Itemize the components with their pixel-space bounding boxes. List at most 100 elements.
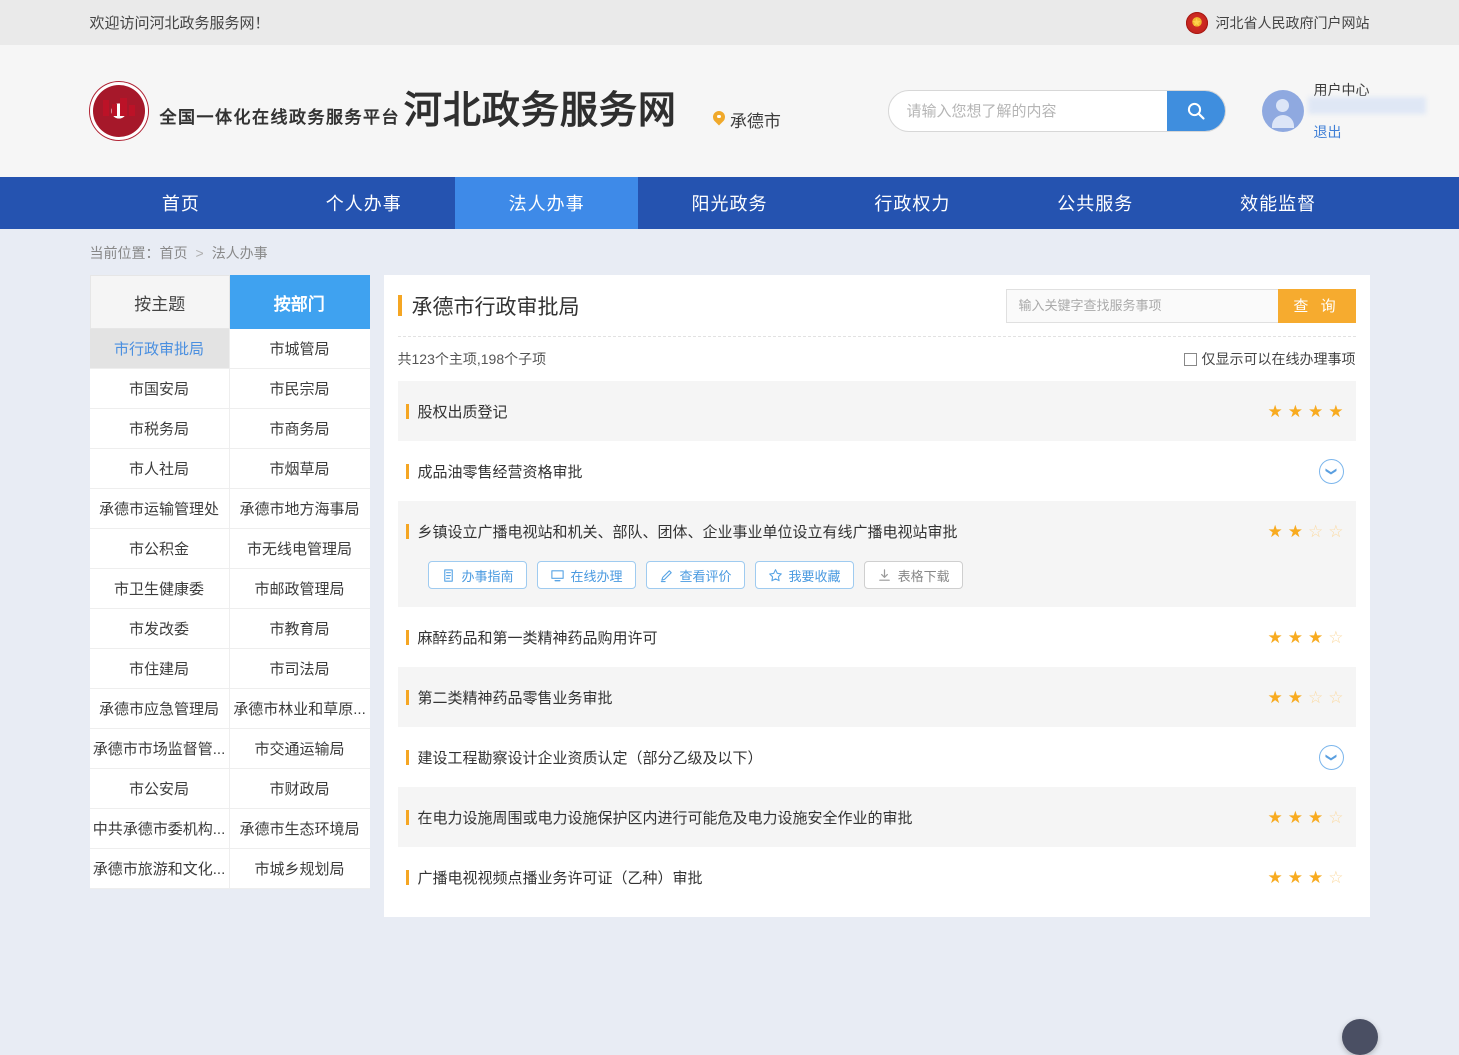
search-input[interactable]: [889, 91, 1167, 131]
action-button-1[interactable]: 在线办理: [537, 561, 636, 589]
department-item-2[interactable]: 市国安局: [90, 369, 230, 409]
department-item-24[interactable]: 中共承德市委机构...: [90, 809, 230, 849]
star-filled-icon: ★: [1308, 629, 1323, 646]
department-item-27[interactable]: 市城乡规划局: [230, 849, 370, 889]
service-name: 股权出质登记: [418, 401, 508, 422]
user-avatar-icon[interactable]: [1262, 90, 1304, 132]
department-item-5[interactable]: 市商务局: [230, 409, 370, 449]
breadcrumb-separator: >: [196, 245, 204, 261]
star-empty-icon: ☆: [1308, 689, 1323, 706]
chevron-down-icon[interactable]: ❯: [1319, 459, 1344, 484]
favorite-star-icon-wrap: [768, 568, 783, 583]
nav-item-label: 法人办事: [509, 190, 585, 216]
department-item-17[interactable]: 市司法局: [230, 649, 370, 689]
action-button-4[interactable]: 表格下载: [864, 561, 963, 589]
nav-item-1[interactable]: 个人办事: [272, 177, 455, 229]
service-accent-bar: [406, 870, 409, 885]
department-item-3[interactable]: 市民宗局: [230, 369, 370, 409]
user-center-label[interactable]: 用户中心: [1314, 82, 1370, 98]
only-online-checkbox[interactable]: [1184, 353, 1197, 366]
service-row[interactable]: 在电力设施周围或电力设施保护区内进行可能危及电力设施安全作业的审批★★★☆: [398, 787, 1356, 847]
department-item-10[interactable]: 市公积金: [90, 529, 230, 569]
sidebar-tab-0[interactable]: 按主题: [90, 275, 231, 329]
site-search[interactable]: [888, 90, 1226, 132]
national-emblem-icon: [1186, 12, 1208, 34]
department-item-16[interactable]: 市住建局: [90, 649, 230, 689]
service-row[interactable]: 第二类精神药品零售业务审批★★☆☆: [398, 667, 1356, 727]
department-item-6[interactable]: 市人社局: [90, 449, 230, 489]
department-item-11[interactable]: 市无线电管理局: [230, 529, 370, 569]
nav-item-2[interactable]: 法人办事: [455, 177, 638, 229]
star-filled-icon: ★: [1268, 809, 1283, 826]
nav-item-0[interactable]: 首页: [90, 177, 273, 229]
nav-item-3[interactable]: 阳光政务: [638, 177, 821, 229]
logout-link[interactable]: 退出: [1314, 122, 1370, 142]
star-filled-icon: ★: [1268, 629, 1283, 646]
service-rating-stars: ★★★☆: [1268, 809, 1344, 826]
result-count-text: 共123个主项,198个子项: [398, 349, 547, 369]
service-row[interactable]: 广播电视视频点播业务许可证（乙种）审批★★★☆: [398, 847, 1356, 907]
department-item-14[interactable]: 市发改委: [90, 609, 230, 649]
department-item-9[interactable]: 承德市地方海事局: [230, 489, 370, 529]
welcome-text: 欢迎访问河北政务服务网！: [90, 12, 270, 33]
only-online-filter[interactable]: 仅显示可以在线办理事项: [1184, 349, 1356, 369]
department-item-12[interactable]: 市卫生健康委: [90, 569, 230, 609]
department-item-4[interactable]: 市税务局: [90, 409, 230, 449]
department-item-0[interactable]: 市行政审批局: [90, 329, 230, 369]
breadcrumb-home[interactable]: 首页: [160, 245, 188, 261]
service-accent-bar: [406, 750, 409, 765]
action-button-0[interactable]: 办事指南: [428, 561, 527, 589]
floating-round-widget-icon[interactable]: [1342, 1019, 1378, 1055]
service-name: 麻醉药品和第一类精神药品购用许可: [418, 627, 658, 648]
service-row[interactable]: 麻醉药品和第一类精神药品购用许可★★★☆: [398, 607, 1356, 667]
department-sidebar: 按主题按部门 市行政审批局市城管局市国安局市民宗局市税务局市商务局市人社局市烟草…: [90, 275, 370, 889]
star-empty-icon: ☆: [1328, 523, 1343, 540]
department-item-21[interactable]: 市交通运输局: [230, 729, 370, 769]
action-button-3[interactable]: 我要收藏: [755, 561, 854, 589]
nav-item-6[interactable]: 效能监督: [1187, 177, 1370, 229]
department-item-25[interactable]: 承德市生态环境局: [230, 809, 370, 849]
department-item-1[interactable]: 市城管局: [230, 329, 370, 369]
search-button[interactable]: [1167, 90, 1225, 132]
brand-logo[interactable]: 全国一体化在线政务服务平台 河北政务服务网: [90, 82, 677, 140]
department-item-20[interactable]: 承德市市场监督管...: [90, 729, 230, 769]
brand-subtitle: 全国一体化在线政务服务平台: [160, 108, 401, 127]
service-search-input[interactable]: [1006, 289, 1278, 323]
nav-item-label: 个人办事: [326, 190, 402, 216]
department-item-26[interactable]: 承德市旅游和文化...: [90, 849, 230, 889]
gov-portal-link[interactable]: 河北省人民政府门户网站: [1186, 12, 1370, 34]
department-item-7[interactable]: 市烟草局: [230, 449, 370, 489]
sidebar-tab-1[interactable]: 按部门: [230, 275, 370, 329]
department-item-13[interactable]: 市邮政管理局: [230, 569, 370, 609]
breadcrumb: 当前位置：首页>法人办事: [90, 229, 1370, 275]
department-item-22[interactable]: 市公安局: [90, 769, 230, 809]
service-row[interactable]: 乡镇设立广播电视站和机关、部队、团体、企业事业单位设立有线广播电视站审批★★☆☆…: [398, 501, 1356, 607]
chevron-down-icon[interactable]: ❯: [1319, 745, 1344, 770]
service-panel: 承德市行政审批局 查 询 共123个主项,198个子项 仅显示可以在线办理事项 …: [384, 275, 1370, 917]
service-accent-bar: [406, 404, 409, 419]
nav-item-label: 行政权力: [874, 190, 950, 216]
department-item-19[interactable]: 承德市林业和草原...: [230, 689, 370, 729]
service-search-button[interactable]: 查 询: [1278, 289, 1356, 323]
action-button-2[interactable]: 查看评价: [646, 561, 745, 589]
action-button-label: 办事指南: [462, 566, 514, 585]
user-area[interactable]: 用户中心 退出: [1262, 80, 1370, 142]
online-monitor-icon: [550, 568, 565, 583]
department-item-8[interactable]: 承德市运输管理处: [90, 489, 230, 529]
service-rating-stars: ★★★☆: [1268, 869, 1344, 886]
department-item-18[interactable]: 承德市应急管理局: [90, 689, 230, 729]
service-row[interactable]: 股权出质登记★★★★: [398, 381, 1356, 441]
service-row[interactable]: 成品油零售经营资格审批❯: [398, 441, 1356, 501]
city-selector[interactable]: 承德市: [713, 107, 781, 132]
nav-item-5[interactable]: 公共服务: [1004, 177, 1187, 229]
main-navigation: 首页 个人办事 法人办事 阳光政务 行政权力 公共服务效能监督: [0, 177, 1459, 229]
department-item-23[interactable]: 市财政局: [230, 769, 370, 809]
service-row[interactable]: 建设工程勘察设计企业资质认定（部分乙级及以下）❯: [398, 727, 1356, 787]
department-item-15[interactable]: 市教育局: [230, 609, 370, 649]
nav-item-4[interactable]: 行政权力: [821, 177, 1004, 229]
result-summary-row: 共123个主项,198个子项 仅显示可以在线办理事项: [398, 337, 1356, 381]
service-search[interactable]: 查 询: [1006, 289, 1356, 323]
star-filled-icon: ★: [1288, 689, 1303, 706]
review-pencil-icon-wrap: [659, 568, 674, 583]
action-button-label: 查看评价: [680, 566, 732, 585]
